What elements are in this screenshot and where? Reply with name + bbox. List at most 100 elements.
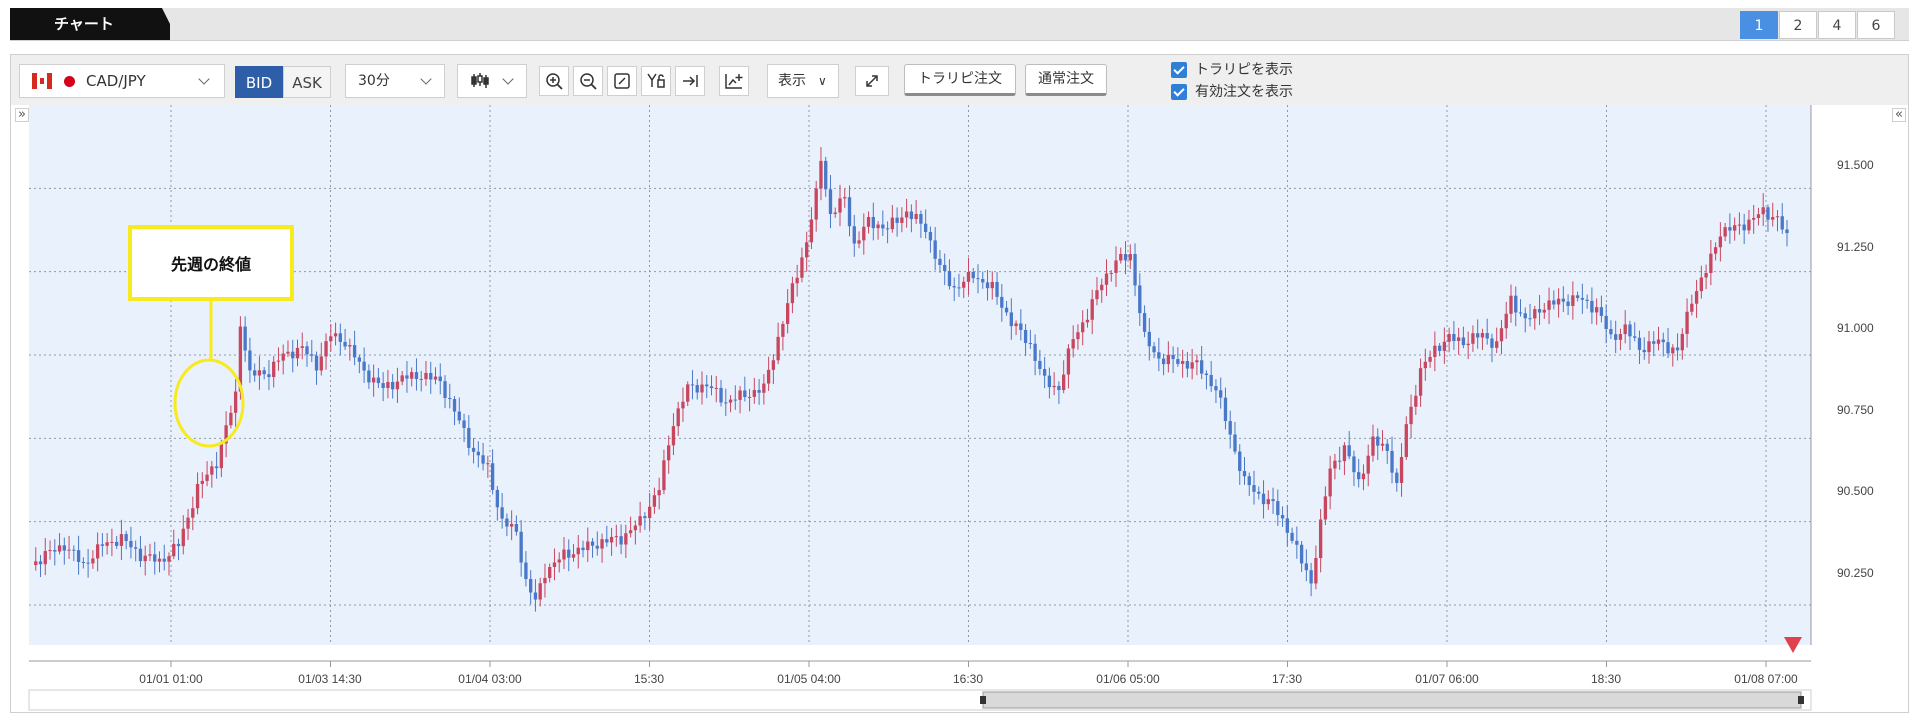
layout-switcher: 1 2 4 6 (1739, 11, 1895, 39)
candle-body (195, 483, 200, 509)
candle-body (1499, 328, 1504, 342)
candle-body (48, 550, 52, 552)
symbol-select[interactable]: CAD/JPY (19, 64, 225, 98)
candle-body (443, 381, 447, 398)
candle-body (1104, 273, 1109, 285)
candle-body (1185, 361, 1190, 369)
timeframe-select[interactable]: 30分 (345, 64, 445, 98)
candle-body (414, 372, 419, 380)
candle-body (800, 257, 804, 278)
candle-body (53, 550, 57, 552)
candlestick-chart[interactable]: 91.500 91.250 91.000 90.750 90.500 90.25… (11, 105, 1908, 712)
show-trailing-checkbox[interactable]: トラリピを表示 (1171, 59, 1293, 79)
candle-body (286, 351, 290, 354)
candle-body (1604, 315, 1608, 330)
candle-body (505, 518, 509, 527)
zoom-in-button[interactable] (539, 66, 569, 96)
timeframe-label: 30分 (358, 73, 390, 89)
fit-chart-button[interactable] (607, 66, 637, 96)
candle-body (1471, 333, 1475, 344)
candle-body (1590, 300, 1594, 313)
candle-body (1257, 491, 1261, 494)
candle-body (1323, 496, 1328, 520)
show-orders-checkbox[interactable]: 有効注文を表示 (1171, 81, 1293, 101)
candle-body (1161, 358, 1166, 365)
candle-body (747, 396, 752, 398)
candle-body (933, 240, 937, 259)
candle-body (1428, 356, 1432, 362)
add-indicator-button[interactable] (719, 66, 749, 96)
navigator-range-window[interactable] (982, 691, 1802, 709)
layout-4-button[interactable]: 4 (1818, 11, 1856, 39)
candle-body (57, 545, 62, 552)
candle-body (781, 323, 785, 337)
candle-body (181, 528, 185, 547)
candle-body (129, 540, 133, 548)
display-menu[interactable]: 表示 ∨ (767, 64, 839, 98)
candle-body (452, 399, 457, 412)
navigator-left-handle[interactable] (980, 696, 986, 704)
candle-body (1666, 342, 1670, 354)
candle-body (1466, 343, 1470, 346)
candle-body (1556, 298, 1561, 305)
chart-type-select[interactable] (457, 64, 527, 98)
layout-1-button[interactable]: 1 (1740, 11, 1778, 39)
candle-body (647, 506, 652, 519)
scroll-to-latest-button[interactable] (675, 66, 705, 96)
candle-body (338, 333, 342, 342)
candle-body (1785, 229, 1789, 234)
candle-body (1490, 338, 1494, 348)
candle-body (1318, 519, 1323, 559)
time-navigator[interactable] (28, 689, 1812, 711)
fullscreen-button[interactable] (855, 66, 889, 96)
candle-body (557, 559, 561, 563)
candle-body (1509, 295, 1513, 314)
candle-body (1518, 312, 1523, 314)
candle-body (795, 277, 799, 284)
candle-body (743, 390, 747, 398)
candle-body (686, 384, 690, 402)
candle-body (1295, 540, 1299, 545)
candle-body (1204, 373, 1209, 376)
candle-body (1223, 397, 1228, 422)
x-tick-label: 01/07 06:00 (1415, 672, 1479, 686)
bid-button[interactable]: BID (235, 66, 283, 98)
candle-body (1190, 362, 1194, 369)
candle-body (1742, 224, 1746, 231)
auto-scale-button[interactable] (641, 66, 671, 96)
candle-body (1761, 207, 1765, 215)
candle-body (1314, 558, 1318, 584)
candle-body (410, 372, 414, 379)
candle-body (1747, 219, 1751, 231)
ask-button[interactable]: ASK (283, 66, 331, 98)
candle-body (1552, 300, 1556, 305)
candle-body (310, 354, 314, 356)
layout-6-button[interactable]: 6 (1857, 11, 1895, 39)
candle-body (1380, 443, 1385, 446)
candle-body (529, 579, 533, 593)
x-tick-label: 17:30 (1272, 672, 1302, 686)
layout-2-button[interactable]: 2 (1779, 11, 1817, 39)
candle-body (1547, 300, 1551, 310)
candle-body (1661, 339, 1665, 343)
trailing-order-button[interactable]: トラリピ注文 (904, 64, 1016, 96)
candle-body (1195, 360, 1199, 363)
candle-body (843, 197, 847, 199)
candle-body (966, 271, 971, 282)
zoom-out-button[interactable] (573, 66, 603, 96)
candle-body (76, 550, 81, 562)
candle-body (1575, 295, 1580, 299)
candle-body (376, 377, 381, 384)
candle-body (705, 384, 709, 387)
candle-body (1133, 254, 1137, 286)
normal-order-button[interactable]: 通常注文 (1025, 64, 1107, 96)
candle-body (495, 489, 500, 508)
candle-body (928, 232, 933, 241)
candle-body (1418, 368, 1423, 396)
navigator-right-handle[interactable] (1798, 696, 1804, 704)
candle-body (1523, 313, 1527, 319)
candle-body (391, 382, 395, 390)
candle-body (738, 390, 742, 400)
candle-body (1456, 337, 1461, 342)
candle-body (1775, 216, 1780, 218)
